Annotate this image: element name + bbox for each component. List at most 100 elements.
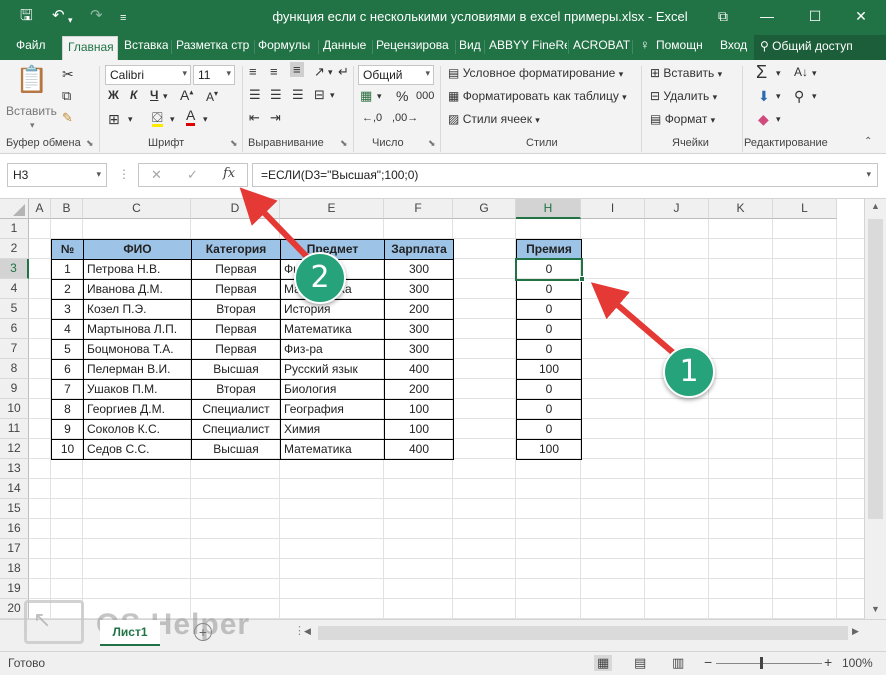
row-header-9[interactable]: 9 bbox=[0, 379, 29, 399]
table-cell-category[interactable]: Первая bbox=[191, 279, 281, 300]
vertical-scrollbar[interactable]: ▲ ▼ bbox=[864, 199, 886, 619]
table-cell-category[interactable]: Высшая bbox=[191, 439, 281, 460]
increase-decimal-icon[interactable]: ←,0 bbox=[362, 112, 382, 124]
worksheet-grid[interactable]: A B C D E F G H I J K L 1 2 3 4 5 6 7 8 9 10 11 12 13 14 15 16 17 18 1… bbox=[0, 199, 864, 619]
merge-dropdown-icon[interactable]: ▾ bbox=[330, 90, 335, 101]
wrap-text-icon[interactable]: ↵ bbox=[338, 64, 349, 80]
table-cell-category[interactable]: Высшая bbox=[191, 359, 281, 380]
tab-file[interactable]: Файл bbox=[16, 38, 46, 52]
insert-function-button[interactable]: fx bbox=[223, 166, 235, 181]
table-cell-number[interactable]: 1 bbox=[51, 259, 84, 280]
row-header-8[interactable]: 8 bbox=[0, 359, 29, 379]
ribbon-display-options-button[interactable]: ⧉ bbox=[704, 4, 742, 28]
increase-indent-icon[interactable]: ⇥ bbox=[270, 110, 281, 126]
tab-data[interactable]: Данные bbox=[323, 38, 371, 52]
font-name-combo[interactable]: Calibri ▾ bbox=[105, 65, 191, 85]
fill-color-dropdown-icon[interactable]: ▾ bbox=[170, 114, 175, 125]
delete-cells-button[interactable]: ⊟ Удалить ▾ bbox=[650, 89, 717, 103]
row-header-6[interactable]: 6 bbox=[0, 319, 29, 339]
orientation-icon[interactable]: ↗ bbox=[314, 64, 325, 80]
undo-dropdown-icon[interactable]: ▾ bbox=[68, 10, 73, 30]
table-cell-fio[interactable]: Иванова Д.М. bbox=[83, 279, 192, 300]
table-cell-fio[interactable]: Ушаков П.М. bbox=[83, 379, 192, 400]
column-header-j[interactable]: J bbox=[645, 199, 709, 219]
table-cell-salary[interactable]: 400 bbox=[384, 439, 454, 460]
paste-icon[interactable]: 📋 bbox=[12, 64, 52, 108]
copy-icon[interactable]: ⧉ bbox=[62, 88, 71, 104]
scroll-right-icon[interactable]: ▶ bbox=[852, 626, 859, 637]
table-cell-subject[interactable]: История bbox=[280, 299, 385, 320]
column-header-i[interactable]: I bbox=[581, 199, 645, 219]
paste-dropdown-icon[interactable]: ▾ bbox=[30, 120, 35, 131]
scroll-left-icon[interactable]: ◀ bbox=[304, 626, 311, 637]
align-left-icon[interactable]: ☰ bbox=[249, 87, 261, 103]
table-cell-number[interactable]: 10 bbox=[51, 439, 84, 460]
select-all-corner[interactable] bbox=[0, 199, 29, 219]
clear-icon[interactable]: ◆ bbox=[758, 111, 769, 128]
bonus-cell[interactable]: 0 bbox=[516, 279, 582, 300]
fill-color-icon[interactable]: ⛋ bbox=[152, 110, 163, 127]
table-cell-subject[interactable]: Математика bbox=[280, 439, 385, 460]
zoom-slider[interactable] bbox=[716, 663, 822, 664]
paste-button[interactable]: Вставить bbox=[6, 104, 57, 118]
sign-in-link[interactable]: Вход bbox=[720, 38, 747, 52]
share-button[interactable]: ⚲ Общий доступ bbox=[754, 35, 886, 60]
zoom-out-icon[interactable]: − bbox=[704, 654, 712, 670]
percent-button[interactable]: % bbox=[396, 88, 408, 104]
zoom-slider-thumb[interactable] bbox=[760, 657, 763, 669]
zoom-in-icon[interactable]: + bbox=[824, 654, 832, 670]
close-button[interactable]: ✕ bbox=[842, 4, 880, 28]
format-cells-button[interactable]: ▤ Формат ▾ bbox=[650, 112, 715, 126]
table-cell-fio[interactable]: Седов С.С. bbox=[83, 439, 192, 460]
active-cell-border[interactable] bbox=[515, 258, 583, 281]
table-cell-category[interactable]: Вторая bbox=[191, 379, 281, 400]
tab-tell-me[interactable]: Помощн bbox=[656, 38, 708, 52]
fill-handle[interactable] bbox=[579, 276, 585, 282]
table-cell-salary[interactable]: 300 bbox=[384, 279, 454, 300]
redo-icon[interactable]: ↷ bbox=[90, 6, 103, 26]
font-color-icon[interactable]: A bbox=[186, 108, 196, 126]
number-launcher-icon[interactable]: ⬊ bbox=[428, 138, 436, 149]
table-cell-category[interactable]: Специалист bbox=[191, 399, 281, 420]
orientation-dropdown-icon[interactable]: ▾ bbox=[328, 67, 333, 78]
cut-icon[interactable]: ✂ bbox=[62, 66, 74, 83]
decrease-indent-icon[interactable]: ⇤ bbox=[249, 110, 260, 126]
table-cell-fio[interactable]: Георгиев Д.М. bbox=[83, 399, 192, 420]
row-header-11[interactable]: 11 bbox=[0, 419, 29, 439]
table-cell-subject[interactable]: Химия bbox=[280, 419, 385, 440]
table-cell-number[interactable]: 2 bbox=[51, 279, 84, 300]
bonus-cell[interactable]: 100 bbox=[516, 439, 582, 460]
clear-dropdown-icon[interactable]: ▾ bbox=[776, 114, 781, 125]
grow-font-icon[interactable]: A▴ bbox=[180, 87, 193, 103]
underline-dropdown-icon[interactable]: ▾ bbox=[163, 91, 168, 102]
row-header-10[interactable]: 10 bbox=[0, 399, 29, 419]
tab-abbyy[interactable]: ABBYY FineRe bbox=[489, 38, 567, 52]
sort-dropdown-icon[interactable]: ▾ bbox=[812, 68, 817, 79]
table-cell-number[interactable]: 6 bbox=[51, 359, 84, 380]
new-sheet-icon[interactable]: + bbox=[194, 623, 212, 641]
column-header-e[interactable]: E bbox=[280, 199, 384, 219]
table-cell-fio[interactable]: Петрова Н.В. bbox=[83, 259, 192, 280]
row-header-3[interactable]: 3 bbox=[0, 259, 29, 279]
tab-view[interactable]: Вид bbox=[459, 38, 485, 52]
column-header-l[interactable]: L bbox=[773, 199, 837, 219]
table-cell-fio[interactable]: Боцмонова Т.А. bbox=[83, 339, 192, 360]
normal-view-icon[interactable]: ▦ bbox=[594, 655, 613, 671]
currency-icon[interactable]: ▦ bbox=[360, 88, 372, 104]
page-break-view-icon[interactable]: ▥ bbox=[672, 655, 684, 671]
find-select-icon[interactable]: ⚲ bbox=[794, 88, 804, 105]
bonus-cell[interactable]: 0 bbox=[516, 319, 582, 340]
table-cell-category[interactable]: Специалист bbox=[191, 419, 281, 440]
row-header-19[interactable]: 19 bbox=[0, 579, 29, 599]
bonus-cell[interactable]: 0 bbox=[516, 299, 582, 320]
table-cell-fio[interactable]: Пелерман В.И. bbox=[83, 359, 192, 380]
table-cell-number[interactable]: 3 bbox=[51, 299, 84, 320]
align-top-icon[interactable]: ≡ bbox=[249, 64, 257, 79]
save-icon[interactable]: 🖫 bbox=[20, 6, 33, 26]
column-header-d[interactable]: D bbox=[191, 199, 280, 219]
number-format-combo[interactable]: Общий ▾ bbox=[358, 65, 434, 85]
row-header-13[interactable]: 13 bbox=[0, 459, 29, 479]
bold-button[interactable]: Ж bbox=[108, 88, 119, 102]
font-color-dropdown-icon[interactable]: ▾ bbox=[203, 114, 208, 125]
table-cell-salary[interactable]: 300 bbox=[384, 259, 454, 280]
